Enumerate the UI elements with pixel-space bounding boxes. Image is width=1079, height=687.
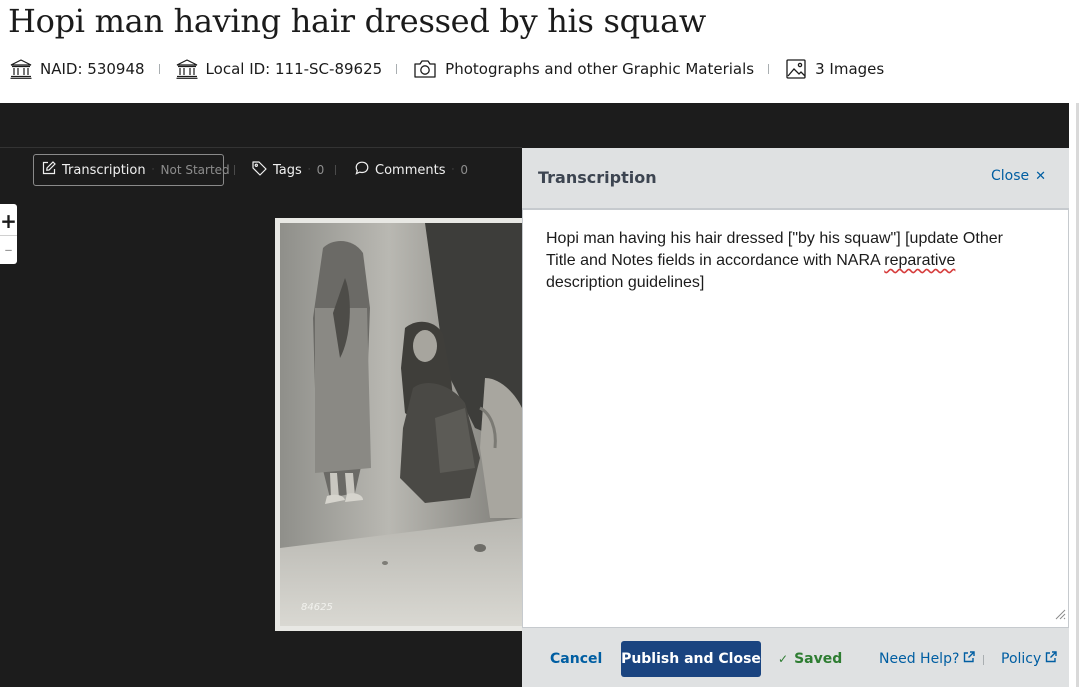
transcription-text[interactable]: Hopi man having his hair dressed ["by hi…	[546, 228, 1036, 294]
photo-caption: 84625	[301, 602, 333, 613]
record-photo[interactable]: 84625	[275, 218, 522, 631]
camera-icon	[413, 59, 437, 79]
zoom-out-button[interactable]: –	[0, 235, 17, 264]
viewer-scrollbar[interactable]	[1069, 103, 1079, 687]
comments-count: 0	[460, 163, 468, 177]
zoom-in-button[interactable]: +	[0, 206, 17, 235]
edit-icon	[42, 161, 56, 179]
cancel-button[interactable]: Cancel	[550, 651, 602, 667]
institution-icon	[10, 59, 32, 79]
saved-label: Saved	[794, 651, 843, 667]
zoom-controls: + –	[0, 204, 17, 264]
image-icon	[785, 59, 807, 79]
transcription-panel: Transcription Close ✕ Hopi man having hi…	[522, 148, 1069, 687]
need-help-link[interactable]: Need Help?	[879, 651, 976, 667]
tag-icon	[252, 160, 267, 180]
tab-tags[interactable]: Tags · 0	[252, 154, 324, 186]
policy-link[interactable]: Policy	[1001, 651, 1057, 667]
meta-divider	[396, 64, 398, 74]
close-button[interactable]: Close ✕	[991, 168, 1046, 184]
tab-transcription[interactable]: Transcription · Not Started	[33, 154, 230, 186]
institution-icon	[176, 59, 198, 79]
transcription-status: Not Started	[160, 163, 230, 177]
tab-transcription-label: Transcription	[62, 162, 146, 178]
close-icon: ✕	[1035, 168, 1047, 184]
toolbar-sep	[234, 165, 235, 175]
record-meta: NAID: 530948 Local ID: 111-SC-89625 Phot…	[10, 57, 884, 81]
transcription-text-part2: description guidelines]	[546, 274, 705, 291]
meta-images: 3 Images	[785, 59, 884, 79]
saved-status: ✓ Saved	[778, 651, 842, 667]
transcription-textarea[interactable]: Hopi man having his hair dressed ["by hi…	[522, 209, 1069, 628]
meta-divider	[158, 64, 160, 74]
close-label: Close	[991, 168, 1030, 184]
external-link-icon	[963, 651, 976, 667]
footer-divider	[983, 655, 984, 665]
comment-icon	[355, 161, 369, 179]
external-link-icon	[1045, 651, 1057, 667]
naid-label: NAID: 530948	[40, 60, 145, 78]
tab-tags-label: Tags	[273, 162, 302, 178]
check-icon: ✓	[778, 652, 789, 666]
publish-and-close-button[interactable]: Publish and Close	[621, 641, 761, 677]
panel-header: Transcription Close ✕	[522, 148, 1069, 209]
need-help-label: Need Help?	[879, 651, 960, 667]
resize-handle-icon[interactable]	[1054, 607, 1066, 625]
toolbar-divider	[0, 147, 522, 148]
local-id-label: Local ID: 111-SC-89625	[205, 60, 383, 78]
policy-label: Policy	[1001, 651, 1042, 667]
tab-comments[interactable]: Comments · 0	[355, 154, 468, 186]
type-label: Photographs and other Graphic Materials	[445, 60, 755, 78]
meta-type: Photographs and other Graphic Materials	[413, 59, 754, 79]
toolbar-sep	[335, 165, 336, 175]
misspelled-word: reparative	[884, 252, 956, 269]
tags-count: 0	[316, 163, 325, 177]
panel-footer: Cancel Publish and Close ✓ Saved Need He…	[522, 628, 1069, 687]
meta-local-id: Local ID: 111-SC-89625	[176, 59, 383, 79]
tab-comments-label: Comments	[375, 162, 446, 178]
page-title: Hopi man having hair dressed by his squa…	[8, 2, 706, 40]
meta-divider	[768, 64, 770, 74]
meta-naid: NAID: 530948	[10, 59, 145, 79]
images-count-label: 3 Images	[815, 60, 885, 78]
panel-title: Transcription	[538, 168, 657, 187]
